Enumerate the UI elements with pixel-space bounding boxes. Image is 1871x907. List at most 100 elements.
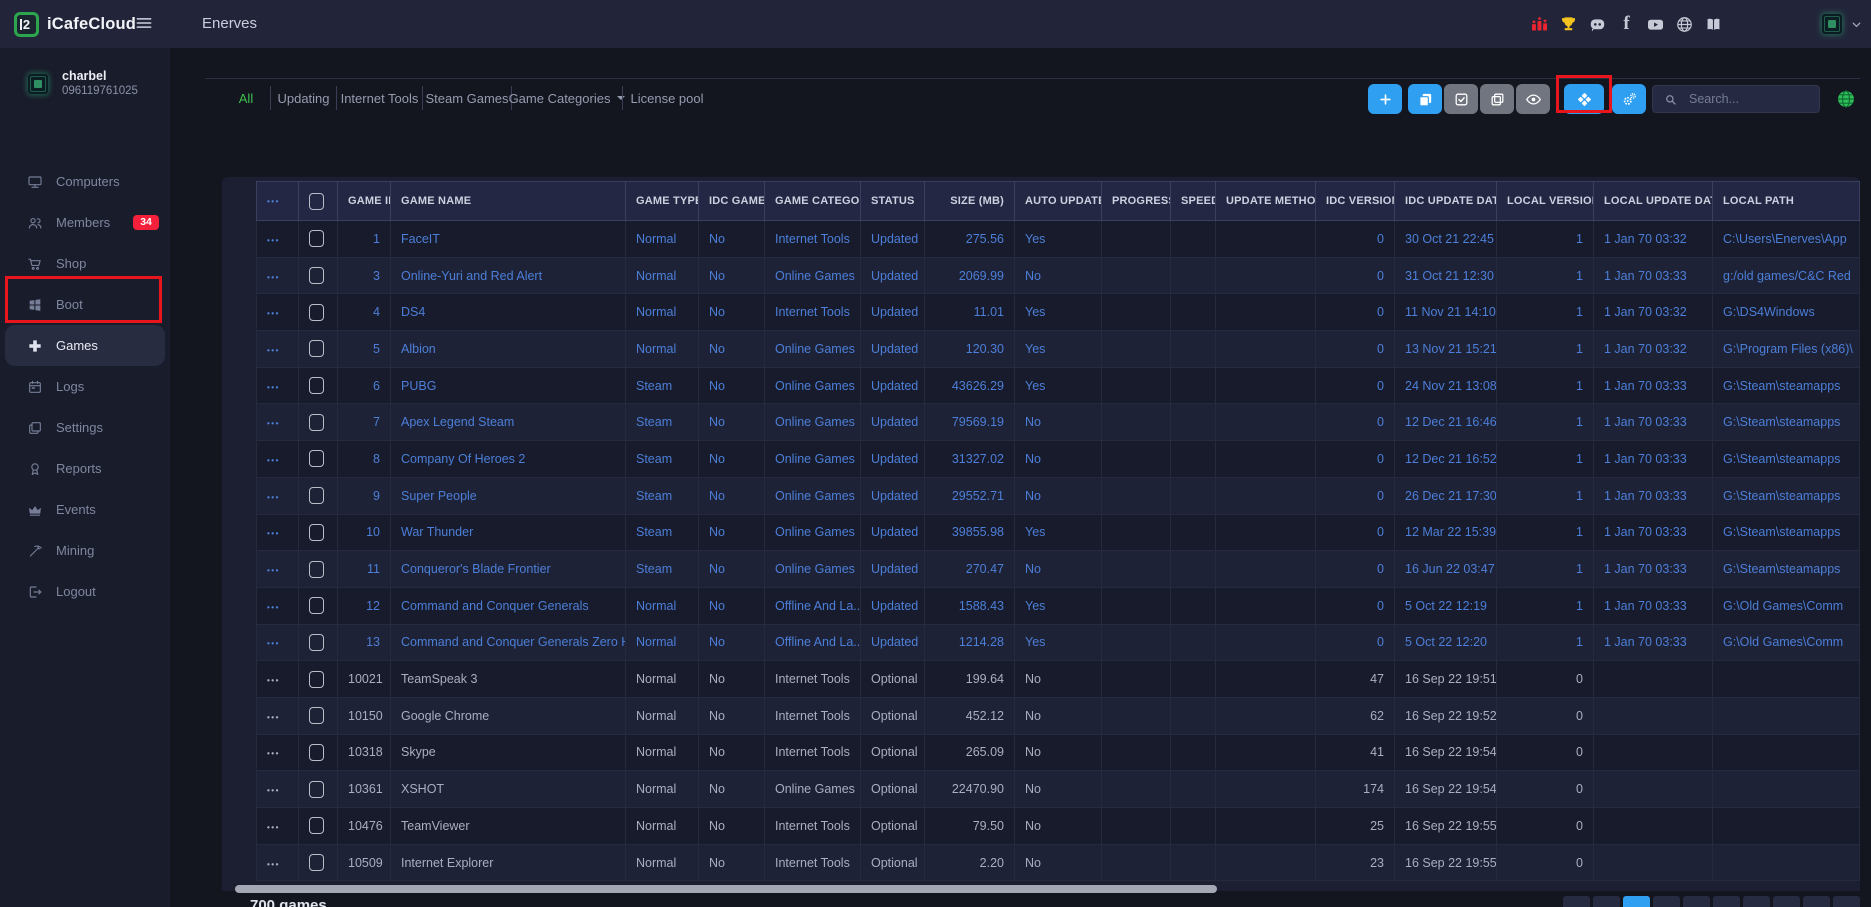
row-checkbox[interactable] — [309, 561, 324, 578]
game-name-link[interactable]: Apex Legend Steam — [391, 404, 626, 441]
row-actions-menu[interactable]: ••• — [267, 823, 280, 832]
row-checkbox[interactable] — [309, 597, 324, 614]
row-actions-menu[interactable]: ••• — [267, 493, 280, 502]
page-button[interactable] — [1593, 896, 1620, 907]
chevron-down-icon[interactable] — [1850, 18, 1863, 36]
game-name-link[interactable]: Command and Conquer Generals — [391, 587, 626, 624]
sidebar-item-logs[interactable]: Logs — [5, 366, 165, 407]
page-button[interactable] — [1683, 896, 1710, 907]
trophy-icon[interactable] — [1557, 11, 1580, 37]
page-button[interactable] — [1563, 896, 1590, 907]
game-name-link[interactable]: War Thunder — [391, 514, 626, 551]
row-actions-menu[interactable]: ••• — [267, 346, 280, 355]
row-checkbox[interactable] — [309, 524, 324, 541]
sidebar-item-members[interactable]: Members34 — [5, 202, 165, 243]
row-actions-menu[interactable]: ••• — [267, 713, 280, 722]
duplicate-button[interactable] — [1408, 84, 1442, 114]
game-name-link[interactable]: Albion — [391, 331, 626, 368]
game-name-link[interactable]: Internet Explorer — [391, 844, 626, 881]
row-checkbox[interactable] — [309, 487, 324, 504]
row-checkbox[interactable] — [309, 414, 324, 431]
page-button[interactable] — [1773, 896, 1800, 907]
tab-game-categories[interactable]: Game Categories — [512, 83, 622, 113]
copy-games-button[interactable] — [1480, 84, 1514, 114]
horizontal-scrollbar[interactable] — [235, 885, 1217, 893]
sidebar-item-reports[interactable]: Reports — [5, 448, 165, 489]
sidebar-item-boot[interactable]: Boot — [5, 284, 165, 325]
row-actions-menu[interactable]: ••• — [267, 676, 280, 685]
globe-icon[interactable] — [1673, 11, 1696, 37]
row-checkbox[interactable] — [309, 707, 324, 724]
select-games-button[interactable] — [1444, 84, 1478, 114]
row-actions-menu[interactable]: ••• — [267, 456, 280, 465]
game-name-link[interactable]: TeamSpeak 3 — [391, 661, 626, 698]
row-actions-menu[interactable]: ••• — [267, 786, 280, 795]
discord-icon[interactable] — [1586, 11, 1609, 37]
game-name-link[interactable]: Skype — [391, 734, 626, 771]
page-button[interactable] — [1653, 896, 1680, 907]
row-actions-menu[interactable]: ••• — [267, 860, 280, 869]
youtube-icon[interactable] — [1644, 11, 1667, 37]
tab-license-pool[interactable]: License pool — [623, 83, 711, 113]
sidebar-item-computers[interactable]: Computers — [5, 161, 165, 202]
row-checkbox[interactable] — [309, 377, 324, 394]
game-name-link[interactable]: FaceIT — [391, 221, 626, 258]
tab-updating[interactable]: Updating — [271, 83, 336, 113]
page-button[interactable] — [1803, 896, 1830, 907]
row-actions-menu[interactable]: ••• — [267, 749, 280, 758]
tab-steam-games[interactable]: Steam Games — [423, 83, 511, 113]
sidebar-item-logout[interactable]: Logout — [5, 571, 165, 612]
game-name-link[interactable]: Company Of Heroes 2 — [391, 441, 626, 478]
row-actions-menu[interactable]: ••• — [267, 419, 280, 428]
game-name-link[interactable]: PUBG — [391, 367, 626, 404]
tab-all[interactable]: All — [222, 83, 270, 113]
row-checkbox[interactable] — [309, 304, 324, 321]
sidebar-item-settings[interactable]: Settings — [5, 407, 165, 448]
facebook-icon[interactable]: f — [1615, 11, 1638, 37]
row-checkbox[interactable] — [309, 340, 324, 357]
game-name-link[interactable]: Online-Yuri and Red Alert — [391, 257, 626, 294]
page-button[interactable] — [1623, 896, 1650, 907]
row-checkbox[interactable] — [309, 854, 324, 871]
game-name-link[interactable]: XSHOT — [391, 771, 626, 808]
page-button[interactable] — [1713, 896, 1740, 907]
show-hidden-button[interactable] — [1516, 84, 1550, 114]
game-name-link[interactable]: Conqueror's Blade Frontier — [391, 551, 626, 588]
row-actions-menu[interactable]: ••• — [267, 566, 280, 575]
game-name-link[interactable]: TeamViewer — [391, 808, 626, 845]
menu-toggle-icon[interactable] — [134, 13, 154, 38]
ranking-icon[interactable] — [1528, 11, 1551, 37]
tab-internet-tools[interactable]: Internet Tools — [337, 83, 422, 113]
row-checkbox[interactable] — [309, 267, 324, 284]
game-name-link[interactable]: Command and Conquer Generals Zero Hour — [391, 624, 626, 661]
row-actions-menu[interactable]: ••• — [267, 639, 280, 648]
book-icon[interactable] — [1702, 11, 1725, 37]
row-checkbox[interactable] — [309, 744, 324, 761]
game-name-link[interactable]: Google Chrome — [391, 697, 626, 734]
add-game-button[interactable] — [1368, 84, 1402, 114]
page-button[interactable] — [1743, 896, 1770, 907]
game-name-link[interactable]: Super People — [391, 477, 626, 514]
row-checkbox[interactable] — [309, 671, 324, 688]
avatar[interactable] — [1822, 14, 1842, 34]
row-actions-menu[interactable]: ••• — [267, 383, 280, 392]
game-center-button[interactable] — [1564, 84, 1604, 114]
game-name-link[interactable]: DS4 — [391, 294, 626, 331]
sidebar-item-events[interactable]: Events — [5, 489, 165, 530]
row-actions-menu[interactable]: ••• — [267, 603, 280, 612]
row-actions-menu[interactable]: ••• — [267, 273, 280, 282]
page-button[interactable] — [1833, 896, 1860, 907]
search-input[interactable] — [1687, 91, 1803, 107]
sidebar-item-games[interactable]: Games — [5, 325, 165, 366]
select-all-checkbox[interactable] — [309, 193, 324, 210]
row-actions-menu[interactable]: ••• — [267, 309, 280, 318]
row-checkbox[interactable] — [309, 817, 324, 834]
header-actions-menu[interactable]: ••• — [267, 197, 280, 206]
row-actions-menu[interactable]: ••• — [267, 236, 280, 245]
sidebar-item-mining[interactable]: Mining — [5, 530, 165, 571]
sidebar-item-shop[interactable]: Shop — [5, 243, 165, 284]
row-actions-menu[interactable]: ••• — [267, 529, 280, 538]
row-checkbox[interactable] — [309, 450, 324, 467]
game-settings-button[interactable] — [1612, 84, 1646, 114]
row-checkbox[interactable] — [309, 781, 324, 798]
